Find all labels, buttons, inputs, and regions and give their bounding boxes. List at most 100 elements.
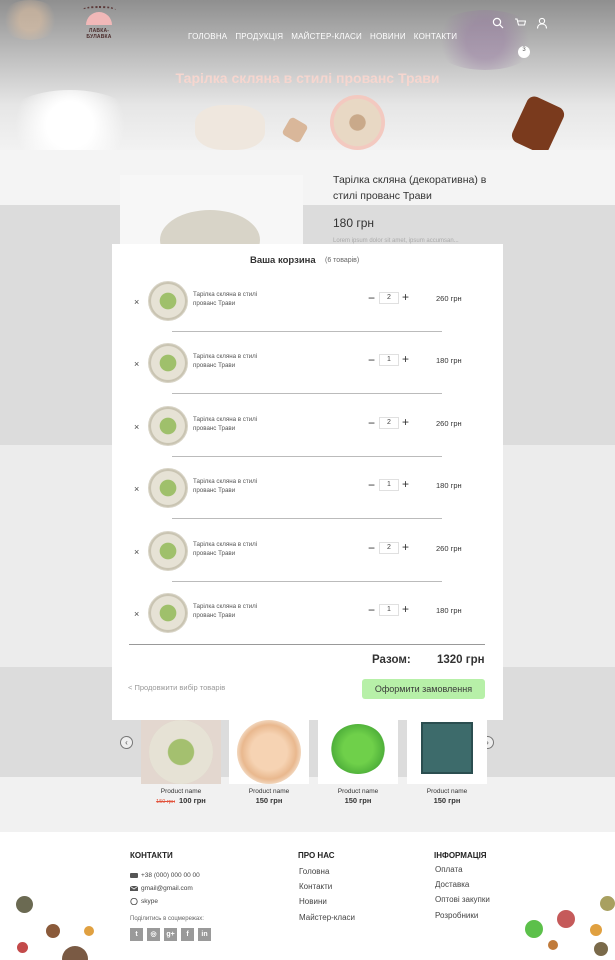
product-image [120,175,303,270]
decor-button [557,910,575,928]
nav-item-products[interactable]: ПРОДУКЦІЯ [235,32,283,41]
cart-row: × Тарілка скляна в стилі прованс Трави −… [112,525,503,587]
cart-icon[interactable]: 3 [514,16,530,58]
footer-skype[interactable]: skype [130,897,158,905]
qty-input[interactable]: 1 [379,354,399,366]
decrease-qty-button[interactable]: − [368,291,375,305]
decor-button [600,896,615,911]
cart-item-name[interactable]: Тарілка скляна в стилі прованс Трави [193,290,273,308]
decor-button [16,896,33,913]
carousel-item[interactable] [141,720,221,784]
decor-button [548,940,558,950]
nav-item-news[interactable]: НОВИНИ [370,32,406,41]
cart-item-price: 260 грн [436,419,462,428]
cart-item-image [148,468,188,508]
facebook-icon[interactable]: f [181,928,194,941]
decor-button [594,942,608,956]
remove-item-icon[interactable]: × [134,359,139,369]
remove-item-icon[interactable]: × [134,422,139,432]
increase-qty-button[interactable]: + [402,415,409,429]
nav-item-master-classes[interactable]: МАЙСТЕР-КЛАСИ [291,32,362,41]
cart-row: × Тарілка скляна в стилі прованс Трави −… [112,275,503,337]
qty-input[interactable]: 2 [379,292,399,304]
decrease-qty-button[interactable]: − [368,541,375,555]
social-links: t ◎ g+ f in [130,928,211,941]
footer-link-news[interactable]: Новини [299,897,327,906]
qty-input[interactable]: 1 [379,479,399,491]
carousel-item-price: 150 грн [433,796,461,805]
qty-input[interactable]: 1 [379,604,399,616]
remove-item-icon[interactable]: × [134,297,139,307]
footer-link-delivery[interactable]: Доставка [435,880,469,889]
continue-shopping-link[interactable]: < Продовжити вибір товарів [128,683,225,692]
qty-input[interactable]: 2 [379,417,399,429]
footer-link-master-classes[interactable]: Майстер-класи [299,913,355,922]
header-icons: 3 [492,16,548,58]
cart-title: Ваша корзина [250,255,316,266]
google-plus-icon[interactable]: g+ [164,928,177,941]
decrease-qty-button[interactable]: − [368,353,375,367]
remove-item-icon[interactable]: × [134,484,139,494]
decrease-qty-button[interactable]: − [368,478,375,492]
footer-link-home[interactable]: Головна [299,867,329,876]
cart-item-name[interactable]: Тарілка скляна в стилі прованс Трави [193,415,273,433]
carousel-item[interactable] [407,720,487,784]
footer-email[interactable]: gmail@gmail.com [129,885,193,892]
cart-item-name[interactable]: Тарілка скляна в стилі прованс Трави [193,540,273,558]
carousel-item-price: 150 грн 100 грн [141,796,221,805]
logo-text: ЛАВКА-БУЛАВКА [86,28,112,40]
row-divider [172,518,442,519]
carousel-item[interactable] [318,720,398,784]
increase-qty-button[interactable]: + [402,602,409,616]
carousel-item-name: Product name [426,788,468,795]
cart-row: × Тарілка скляна в стилі прованс Трави −… [112,400,503,462]
cart-row: × Тарілка скляна в стилі прованс Трави −… [112,587,503,649]
nav-item-home[interactable]: ГОЛОВНА [188,32,227,41]
total-value: 1320 грн [437,654,485,666]
cart-item-name[interactable]: Тарілка скляна в стилі прованс Трави [193,602,273,620]
qty-input[interactable]: 2 [379,542,399,554]
decor-button [46,924,60,938]
remove-item-icon[interactable]: × [134,547,139,557]
logo[interactable]: ЛАВКА-БУЛАВКА [78,6,120,46]
cart-count-badge: 3 [518,46,530,58]
carousel-prev-icon[interactable]: ‹ [120,736,133,749]
search-icon[interactable] [492,16,504,29]
share-label: Поділитись в соцмережах: [130,916,204,922]
nav-item-contacts[interactable]: КОНТАКТИ [414,32,457,41]
row-divider [172,331,442,332]
carousel-item[interactable] [229,720,309,784]
total-label: Разом: [372,654,411,666]
decrease-qty-button[interactable]: − [368,603,375,617]
cart-item-image [148,406,188,446]
linkedin-icon[interactable]: in [198,928,211,941]
increase-qty-button[interactable]: + [402,540,409,554]
remove-item-icon[interactable]: × [134,609,139,619]
cart-item-name[interactable]: Тарілка скляна в стилі прованс Трави [193,352,273,370]
cart-item-image [148,343,188,383]
increase-qty-button[interactable]: + [402,477,409,491]
footer-link-contacts[interactable]: Контакти [299,882,332,891]
instagram-icon[interactable]: ◎ [147,928,160,941]
footer-link-wholesale[interactable]: Оптові закупки [435,895,490,904]
user-icon[interactable] [536,16,548,29]
carousel-item-name: Product name [160,788,202,795]
footer-contacts-heading: КОНТАКТИ [130,851,173,860]
twitter-icon[interactable]: t [130,928,143,941]
footer-link-payment[interactable]: Оплата [435,865,463,874]
checkout-button[interactable]: Оформити замовлення [362,679,485,699]
cart-modal: Ваша корзина (6 товарів) × Тарілка склян… [112,244,503,720]
carousel-item-price: 150 грн [255,796,283,805]
increase-qty-button[interactable]: + [402,352,409,366]
footer-link-developers[interactable]: Розробники [435,911,478,920]
product-thumbnail [141,720,221,784]
cart-item-price: 180 грн [436,606,462,615]
cart-item-name[interactable]: Тарілка скляна в стилі прованс Трави [193,477,273,495]
increase-qty-button[interactable]: + [402,290,409,304]
page-title: Тарілка скляна в стилі прованс Трави [175,70,440,86]
decrease-qty-button[interactable]: − [368,416,375,430]
hero-banner: ЛАВКА-БУЛАВКА ГОЛОВНА ПРОДУКЦІЯ МАЙСТЕР-… [0,0,615,150]
footer-phone[interactable]: +38 (000) 000 00 00 [130,872,200,879]
page-background [0,150,615,205]
carousel-item-name: Product name [337,788,379,795]
